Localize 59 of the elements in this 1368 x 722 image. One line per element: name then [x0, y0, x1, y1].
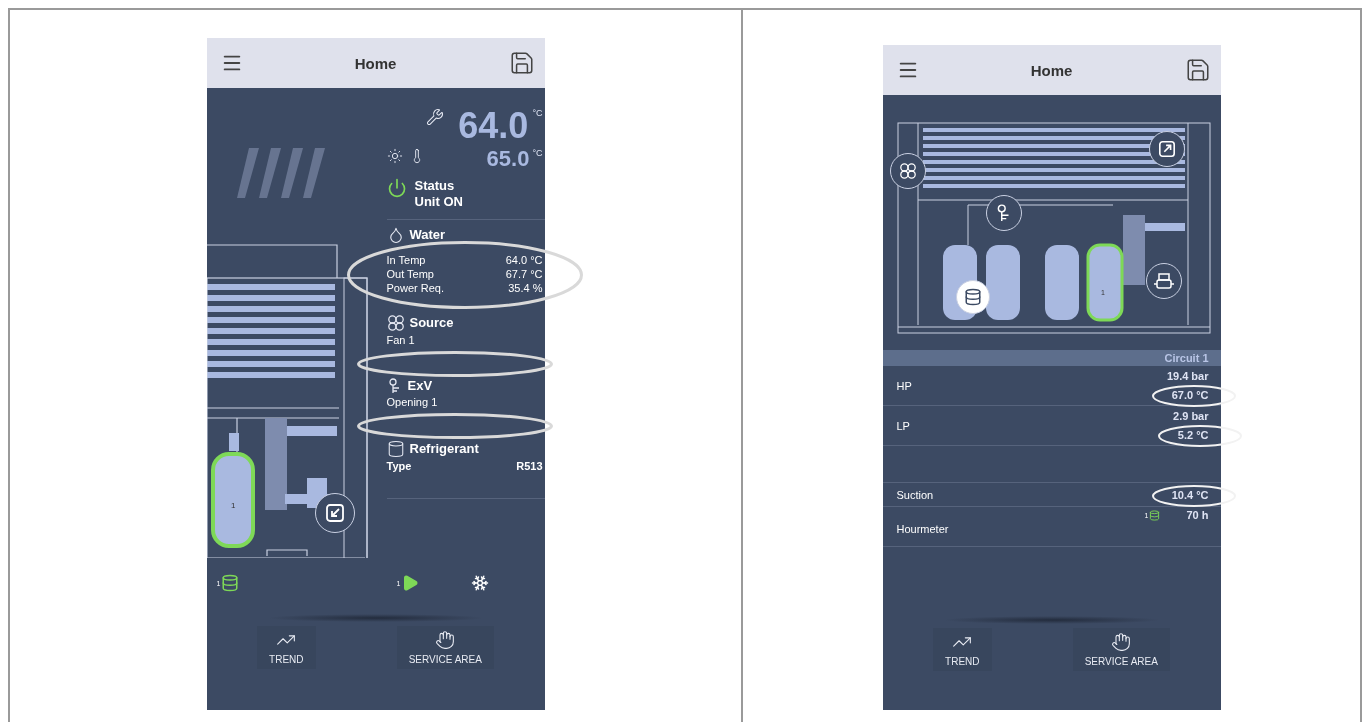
nav-button[interactable]: TREND: [257, 626, 316, 669]
pump-icon: [1153, 272, 1174, 290]
expand-view-button[interactable]: [1148, 131, 1185, 167]
reading-label: Power Req.: [386, 282, 444, 297]
reading-label: Fan 1: [386, 334, 415, 349]
fan-icon: [898, 162, 917, 180]
pump-icon[interactable]: [401, 574, 420, 592]
nav-button[interactable]: SERVICE AREA: [396, 626, 494, 669]
reading-value: 67.0 °C: [1171, 389, 1209, 401]
reading-value: 10.4 °C: [1171, 488, 1209, 501]
wrench-icon: [426, 108, 445, 126]
reading-value: 35.4 %: [508, 282, 543, 297]
section-title: Source: [409, 315, 454, 331]
reading-value: 19.4 bar: [1166, 370, 1209, 382]
snowflake-icon[interactable]: [470, 574, 489, 592]
save-button[interactable]: [1184, 57, 1211, 83]
compressor-icon: [963, 288, 982, 306]
collapse-view-button[interactable]: [314, 493, 355, 533]
reading-label: Out Temp: [386, 268, 434, 283]
sun-icon: [386, 148, 403, 164]
arrow-out-square-icon: [1157, 140, 1176, 158]
status-value: Unit ON: [414, 193, 463, 210]
nav-button[interactable]: TREND: [933, 628, 992, 671]
cylinder-icon: [386, 440, 405, 459]
setpoint-value: 64.0: [458, 108, 529, 144]
hand-icon: [1111, 632, 1132, 652]
fan-icon: [386, 314, 405, 333]
unit-label: °C: [532, 108, 543, 118]
row-label: Suction: [896, 488, 934, 501]
row-label: LP: [896, 419, 910, 432]
nav-button[interactable]: SERVICE AREA: [1072, 628, 1170, 671]
hand-icon: [435, 630, 456, 650]
reading-value: R513: [516, 460, 543, 475]
row-label: Hourmeter: [896, 523, 949, 535]
reading-label: Type: [386, 460, 412, 475]
compressor-icon[interactable]: [221, 574, 240, 592]
column-heading: Circuit 1: [1164, 352, 1209, 364]
status-label: Status: [414, 178, 456, 194]
pump-button[interactable]: [1145, 263, 1182, 299]
fan-button[interactable]: [889, 153, 926, 189]
valve-button[interactable]: [985, 195, 1022, 231]
compressor-icon: [1149, 509, 1161, 521]
reading-value: 5.2 °C: [1177, 429, 1209, 441]
arrow-in-square-icon: [324, 503, 345, 523]
unit-label: °C: [532, 148, 543, 160]
section-title: Water: [409, 227, 446, 243]
row-label: HP: [896, 379, 912, 392]
reading-value: 67.7 °C: [505, 268, 543, 283]
section-title: ExV: [407, 378, 433, 394]
section-title: Refrigerant: [409, 441, 479, 457]
screen-title: Home: [354, 54, 397, 72]
ambient-value: 65.0: [486, 148, 530, 170]
reading-value: 2.9 bar: [1173, 410, 1209, 422]
screen-title: Home: [1030, 61, 1073, 79]
reading-label: In Temp: [386, 254, 426, 269]
reading-value: 64.0 °C: [505, 254, 543, 269]
reading-value: 70 h: [1186, 509, 1209, 521]
reading-label: Opening 1: [386, 396, 438, 411]
save-button[interactable]: [508, 50, 535, 76]
